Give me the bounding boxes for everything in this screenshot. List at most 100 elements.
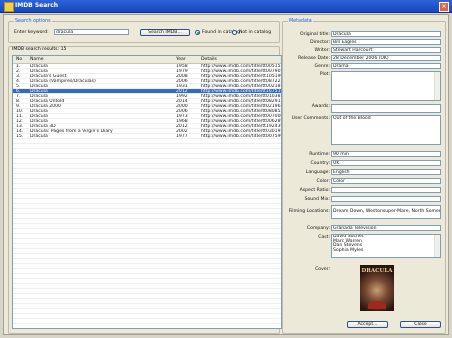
aspect-ratio-label: Aspect Ratio: xyxy=(299,188,330,193)
aspect-ratio-field[interactable] xyxy=(331,187,441,193)
metadata-legend: Metadata xyxy=(288,19,313,24)
release-date-field[interactable]: 28 December 2006 (UK) xyxy=(331,55,441,61)
results-table[interactable]: No Name Year Details 1. Dracula 1958 http:/… xyxy=(12,55,282,329)
row-gridline xyxy=(13,308,281,309)
row-gridline xyxy=(13,78,281,79)
row-gridline xyxy=(13,248,281,249)
row-gridline xyxy=(13,203,281,204)
row-gridline xyxy=(13,183,281,184)
genre-label: Genre: xyxy=(314,64,330,69)
writer-label: Writer: xyxy=(314,48,330,53)
row-gridline xyxy=(13,243,281,244)
original-title-field[interactable]: Dracula xyxy=(331,31,441,37)
search-imdb-button[interactable]: Search IMDB... xyxy=(140,28,190,36)
runtime-field[interactable]: 90 min xyxy=(331,151,441,157)
row-gridline xyxy=(13,73,281,74)
close-window-icon[interactable]: × xyxy=(439,2,449,12)
row-gridline xyxy=(13,68,281,69)
plot-scrollbar[interactable] xyxy=(434,72,440,100)
row-gridline xyxy=(13,213,281,214)
cover-figure xyxy=(368,301,386,309)
country-label: Country: xyxy=(310,161,330,166)
sound-mix-field[interactable] xyxy=(331,196,441,202)
cast-scrollbar[interactable] xyxy=(434,235,440,257)
not-in-catalog-label: Not in catalog xyxy=(239,29,272,35)
row-gridline xyxy=(13,98,281,99)
plot-label: Plot: xyxy=(319,72,330,77)
results-count: IMDB search results: 15 xyxy=(12,47,67,52)
close-button[interactable]: Close xyxy=(400,321,441,328)
row-gridline xyxy=(13,168,281,169)
user-comments-label: User Comments: xyxy=(291,116,330,121)
color-field[interactable]: Color xyxy=(331,178,441,184)
user-comments-text: Out of the Blood xyxy=(333,116,371,121)
row-gridline xyxy=(13,83,281,84)
row-gridline xyxy=(13,298,281,299)
director-field[interactable]: Bill Eagles xyxy=(331,39,441,45)
row-gridline xyxy=(13,138,281,139)
language-label: Language: xyxy=(305,170,330,175)
table-header: No Name Year Details xyxy=(13,56,281,64)
main-window: Search options Enter keyword: dracula Se… xyxy=(3,14,449,335)
row-gridline xyxy=(13,288,281,289)
row-gridline xyxy=(13,223,281,224)
cast-label: Cast: xyxy=(318,235,330,240)
filming-locations-field[interactable]: Dream Down, Westonsuper-Mare, North Some… xyxy=(331,205,441,219)
row-gridline xyxy=(13,153,281,154)
app-icon xyxy=(4,2,14,12)
filming-locations-label: Filming Locations: xyxy=(288,209,330,214)
row-gridline xyxy=(13,178,281,179)
company-field[interactable]: Granada Television xyxy=(331,225,441,231)
row-gridline xyxy=(13,208,281,209)
row-gridline xyxy=(13,88,281,89)
title-bar[interactable]: IMDB Search × xyxy=(0,0,452,13)
awards-field[interactable] xyxy=(331,104,441,113)
row-gridline xyxy=(13,173,281,174)
search-options-legend: Search options xyxy=(14,19,52,24)
original-title-label: Original title: xyxy=(300,32,330,37)
cast-list[interactable]: David Suchet Marc Warren Dan Stevens Sop… xyxy=(331,234,441,258)
row-gridline xyxy=(13,258,281,259)
row-gridline xyxy=(13,273,281,274)
row-gridline xyxy=(13,118,281,119)
row-gridline xyxy=(13,198,281,199)
header-no[interactable]: No xyxy=(16,57,22,62)
plot-textarea[interactable] xyxy=(331,71,441,101)
accept-button[interactable]: Accept... xyxy=(347,321,388,328)
user-comments-textarea[interactable]: Out of the Blood xyxy=(331,115,441,145)
window-title: IMDB Search xyxy=(15,2,59,9)
row-gridline xyxy=(13,103,281,104)
row-gridline xyxy=(13,293,281,294)
genre-field[interactable]: Drama xyxy=(331,63,441,69)
keyword-input[interactable]: dracula xyxy=(54,29,129,35)
header-details[interactable]: Details xyxy=(201,57,217,62)
row-gridline xyxy=(13,193,281,194)
runtime-label: Runtime: xyxy=(309,152,330,157)
color-label: Color: xyxy=(316,179,330,184)
country-field[interactable]: UK xyxy=(331,160,441,166)
row-gridline xyxy=(13,158,281,159)
row-gridline xyxy=(13,318,281,319)
row-gridline xyxy=(13,263,281,264)
row-gridline xyxy=(13,228,281,229)
row-gridline xyxy=(13,253,281,254)
row-gridline xyxy=(13,233,281,234)
found-in-catalog-radio[interactable] xyxy=(195,29,200,35)
release-date-label: Release Date: xyxy=(298,56,330,61)
cover-label: Cover: xyxy=(315,267,330,272)
row-gridline xyxy=(13,133,281,134)
row-gridline xyxy=(13,303,281,304)
row-gridline xyxy=(13,128,281,129)
awards-label: Awards: xyxy=(311,104,330,109)
sound-mix-label: Sound Mix: xyxy=(304,197,330,202)
language-field[interactable]: English xyxy=(331,169,441,175)
writer-field[interactable]: Stewart Harcourt xyxy=(331,47,441,53)
keyword-label: Enter keyword: xyxy=(14,30,49,35)
row-gridline xyxy=(13,113,281,114)
header-year[interactable]: Year xyxy=(176,57,186,62)
row-gridline xyxy=(13,283,281,284)
header-name[interactable]: Name xyxy=(30,57,44,62)
row-gridline xyxy=(13,123,281,124)
not-in-catalog-radio[interactable] xyxy=(232,29,237,35)
row-gridline xyxy=(13,218,281,219)
